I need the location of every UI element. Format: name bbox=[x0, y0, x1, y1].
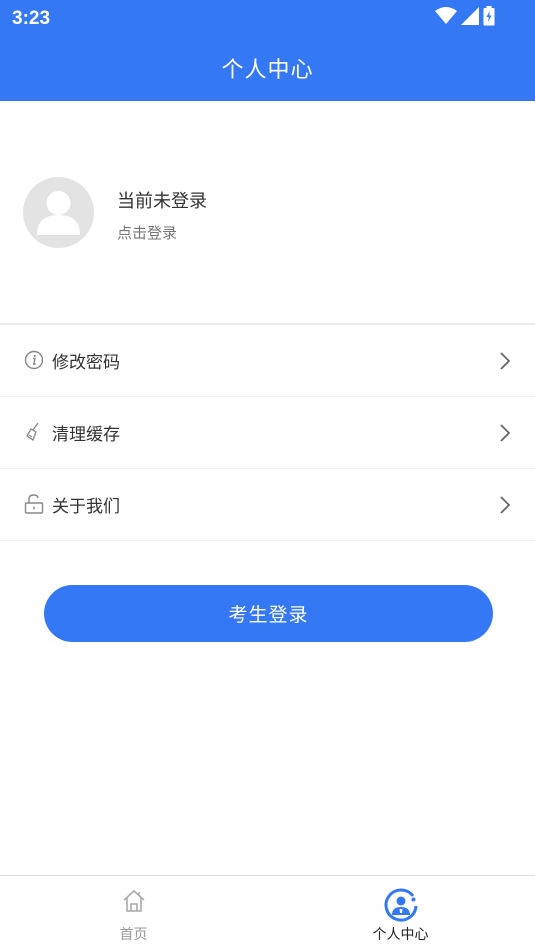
candidate-login-button[interactable]: 考生登录 bbox=[44, 585, 493, 642]
login-status-text: 当前未登录 bbox=[117, 191, 207, 212]
status-time: 3:23 bbox=[12, 8, 51, 29]
battery-icon bbox=[483, 6, 495, 26]
info-icon bbox=[24, 350, 44, 370]
broom-icon bbox=[26, 422, 39, 441]
page-title: 个人中心 bbox=[221, 58, 314, 83]
profile-center-icon bbox=[384, 888, 418, 922]
chevron-right-icon bbox=[500, 424, 511, 442]
menu-item-change-password[interactable]: 修改密码 bbox=[0, 325, 535, 397]
settings-menu: 修改密码 清理缓存 关于我们 bbox=[0, 325, 535, 541]
nav-item-profile-center[interactable]: 个人中心 bbox=[267, 876, 534, 951]
chevron-right-icon bbox=[500, 496, 511, 514]
menu-item-label: 关于我们 bbox=[52, 497, 120, 517]
nav-item-home[interactable]: 首页 bbox=[0, 876, 267, 951]
nav-label-home: 首页 bbox=[119, 927, 148, 943]
menu-item-clear-cache[interactable]: 清理缓存 bbox=[0, 397, 535, 469]
user-placeholder-icon[interactable] bbox=[23, 177, 94, 248]
unlock-icon bbox=[24, 494, 44, 514]
login-hint-text[interactable]: 点击登录 bbox=[117, 222, 177, 243]
wifi-icon bbox=[435, 7, 457, 24]
status-icons bbox=[435, 6, 495, 26]
header-bar: 3:23 个人中心 bbox=[0, 0, 535, 101]
app-root: 3:23 个人中心 当前未登录 点击登录 修改密码 清理缓存 关于我们 考生登录… bbox=[0, 0, 535, 951]
menu-item-label: 修改密码 bbox=[52, 353, 120, 373]
profile-section[interactable]: 当前未登录 点击登录 bbox=[0, 101, 535, 323]
home-icon bbox=[123, 889, 145, 912]
chevron-right-icon bbox=[500, 352, 511, 370]
menu-item-label: 清理缓存 bbox=[52, 425, 120, 445]
nav-label-profile-center: 个人中心 bbox=[372, 927, 429, 943]
signal-icon bbox=[461, 7, 479, 25]
bottom-nav: 首页 个人中心 bbox=[0, 875, 535, 951]
menu-item-about-us[interactable]: 关于我们 bbox=[0, 469, 535, 541]
